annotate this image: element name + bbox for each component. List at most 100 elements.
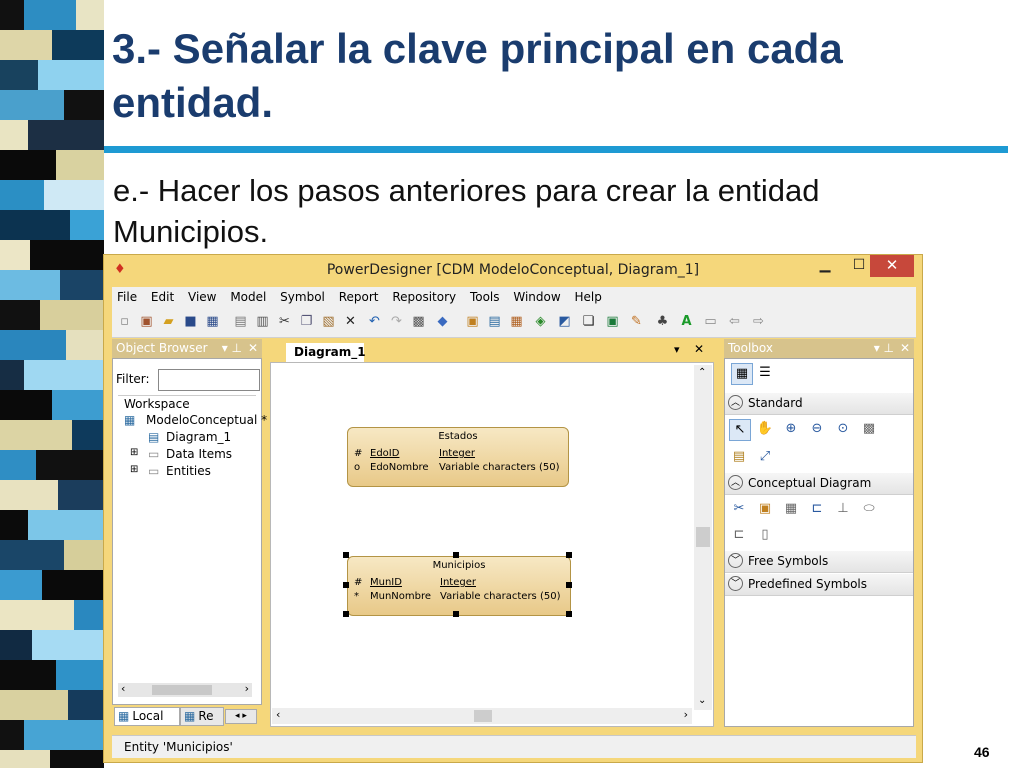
link-tool-icon[interactable]: ⤢: [755, 447, 775, 467]
cut-icon[interactable]: ✂: [276, 313, 293, 330]
scroll-thumb[interactable]: [696, 527, 710, 547]
scroll-right-icon[interactable]: ›: [245, 682, 249, 695]
check-model-icon[interactable]: ◆: [434, 313, 451, 330]
menu-repository[interactable]: Repository: [387, 287, 461, 307]
inheritance-tool-icon[interactable]: ⊥: [833, 499, 853, 519]
association-tool-icon[interactable]: ⬭: [859, 499, 879, 519]
database-icon[interactable]: ▣: [464, 313, 481, 330]
redo-icon[interactable]: ↷: [388, 313, 405, 330]
scroll-thumb[interactable]: [474, 710, 492, 722]
undo-icon[interactable]: ↶: [366, 313, 383, 330]
selection-handle[interactable]: [453, 552, 459, 558]
close-pane-icon[interactable]: ✕: [900, 339, 910, 358]
selection-handle[interactable]: [566, 582, 572, 588]
scroll-right-icon[interactable]: ›: [684, 708, 688, 721]
tab-diagram-1[interactable]: Diagram_1: [286, 343, 366, 362]
export-icon[interactable]: ▣: [604, 313, 621, 330]
filter-input[interactable]: [158, 369, 260, 391]
horizontal-scrollbar[interactable]: ‹ ›: [272, 708, 692, 724]
paste-icon[interactable]: ▧: [320, 313, 337, 330]
entity-municipios[interactable]: Municipios # MunID Integer * MunNombre V…: [347, 556, 571, 616]
file-tool-icon[interactable]: ▯: [755, 525, 775, 545]
tab-local[interactable]: ▦ Local: [114, 707, 180, 726]
scroll-left-icon[interactable]: ‹: [276, 708, 280, 721]
menu-window[interactable]: Window: [508, 287, 565, 307]
delete-tool-icon[interactable]: ✂: [729, 499, 749, 519]
expand-icon[interactable]: ⊞: [130, 447, 138, 458]
vertical-scrollbar[interactable]: ⌃ ⌄: [694, 365, 712, 710]
menu-help[interactable]: Help: [570, 287, 607, 307]
selection-handle[interactable]: [343, 552, 349, 558]
scroll-thumb[interactable]: [152, 685, 212, 695]
entity-tool-icon[interactable]: ▦: [781, 499, 801, 519]
print-preview-icon[interactable]: ▤: [232, 313, 249, 330]
tree-model[interactable]: ModeloConceptual *: [146, 413, 267, 427]
new-icon[interactable]: ▫: [116, 313, 133, 330]
section-free-symbols[interactable]: ﹀ Free Symbols: [725, 551, 913, 573]
scroll-up-icon[interactable]: ⌃: [698, 367, 706, 378]
menu-view[interactable]: View: [183, 287, 221, 307]
pin-icon[interactable]: ▾ ⊥: [874, 339, 894, 358]
tree-diagram[interactable]: Diagram_1: [166, 430, 231, 444]
selection-handle[interactable]: [453, 611, 459, 617]
menu-tools[interactable]: Tools: [465, 287, 505, 307]
large-icons-view-icon[interactable]: ▦: [731, 363, 753, 385]
properties-tool-icon[interactable]: ▩: [859, 419, 879, 439]
section-conceptual-diagram[interactable]: ︿ Conceptual Diagram: [725, 473, 913, 495]
section-predefined-symbols[interactable]: ﹀ Predefined Symbols: [725, 574, 913, 596]
menu-symbol[interactable]: Symbol: [275, 287, 330, 307]
grabber-tool-icon[interactable]: ✋: [755, 419, 775, 439]
association-link-tool-icon[interactable]: ⊏: [729, 525, 749, 545]
tree-entities[interactable]: Entities: [166, 464, 211, 478]
print-icon[interactable]: ▥: [254, 313, 271, 330]
selection-handle[interactable]: [343, 611, 349, 617]
menu-report[interactable]: Report: [334, 287, 384, 307]
pin-icon[interactable]: ▾ ⊥: [222, 339, 242, 358]
window-icon[interactable]: ❏: [580, 313, 597, 330]
package-tool-icon[interactable]: ▣: [755, 499, 775, 519]
edit-icon[interactable]: ◩: [556, 313, 573, 330]
tree-workspace[interactable]: Workspace: [124, 397, 190, 411]
tab-scroll-arrows[interactable]: ◂ ▸: [225, 709, 257, 724]
tab-close-icon[interactable]: ✕: [694, 342, 704, 356]
image-icon[interactable]: ▭: [702, 313, 719, 330]
generate-icon[interactable]: ▤: [486, 313, 503, 330]
pointer-tool-icon[interactable]: ↖: [729, 419, 751, 441]
entity-estados[interactable]: Estados # EdoID Integer o EdoNombre Vari…: [347, 427, 569, 487]
window-titlebar[interactable]: ♦ PowerDesigner [CDM ModeloConceptual, D…: [104, 255, 922, 285]
properties-icon[interactable]: ▩: [410, 313, 427, 330]
forward-icon[interactable]: ⇨: [750, 313, 767, 330]
close-button[interactable]: ✕: [870, 255, 914, 277]
selection-handle[interactable]: [566, 552, 572, 558]
minimize-button[interactable]: ▁: [808, 255, 842, 277]
tree-data-items[interactable]: Data Items: [166, 447, 232, 461]
note-tool-icon[interactable]: ▤: [729, 447, 749, 467]
selection-handle[interactable]: [566, 611, 572, 617]
tab-repository[interactable]: ▦ Re: [180, 707, 224, 726]
diagram-canvas[interactable]: [270, 362, 714, 727]
menu-file[interactable]: File: [112, 287, 142, 307]
back-icon[interactable]: ⇦: [726, 313, 743, 330]
text-A-icon[interactable]: A: [678, 313, 695, 330]
zoom-out-icon[interactable]: ⊖: [807, 419, 827, 439]
paint-icon[interactable]: ♣: [654, 313, 671, 330]
menu-model[interactable]: Model: [225, 287, 271, 307]
close-pane-icon[interactable]: ✕: [248, 339, 258, 358]
pencil-icon[interactable]: ✎: [628, 313, 645, 330]
scroll-left-icon[interactable]: ‹: [121, 682, 125, 695]
horizontal-scrollbar[interactable]: ‹ ›: [118, 682, 252, 697]
selection-handle[interactable]: [343, 582, 349, 588]
diagram-icon[interactable]: ▦: [508, 313, 525, 330]
zoom-in-icon[interactable]: ⊕: [781, 419, 801, 439]
expand-icon[interactable]: ⊞: [130, 464, 138, 475]
open-icon[interactable]: ▰: [160, 313, 177, 330]
open-diagram-icon[interactable]: ⊙: [833, 419, 853, 439]
scroll-down-icon[interactable]: ⌄: [698, 695, 706, 706]
save-icon[interactable]: ■: [182, 313, 199, 330]
relationship-tool-icon[interactable]: ⊏: [807, 499, 827, 519]
tab-menu-icon[interactable]: ▾: [674, 343, 680, 356]
list-view-icon[interactable]: ☰: [755, 363, 775, 383]
copy-icon[interactable]: ❐: [298, 313, 315, 330]
menu-edit[interactable]: Edit: [146, 287, 179, 307]
section-standard[interactable]: ︿ Standard: [725, 393, 913, 415]
